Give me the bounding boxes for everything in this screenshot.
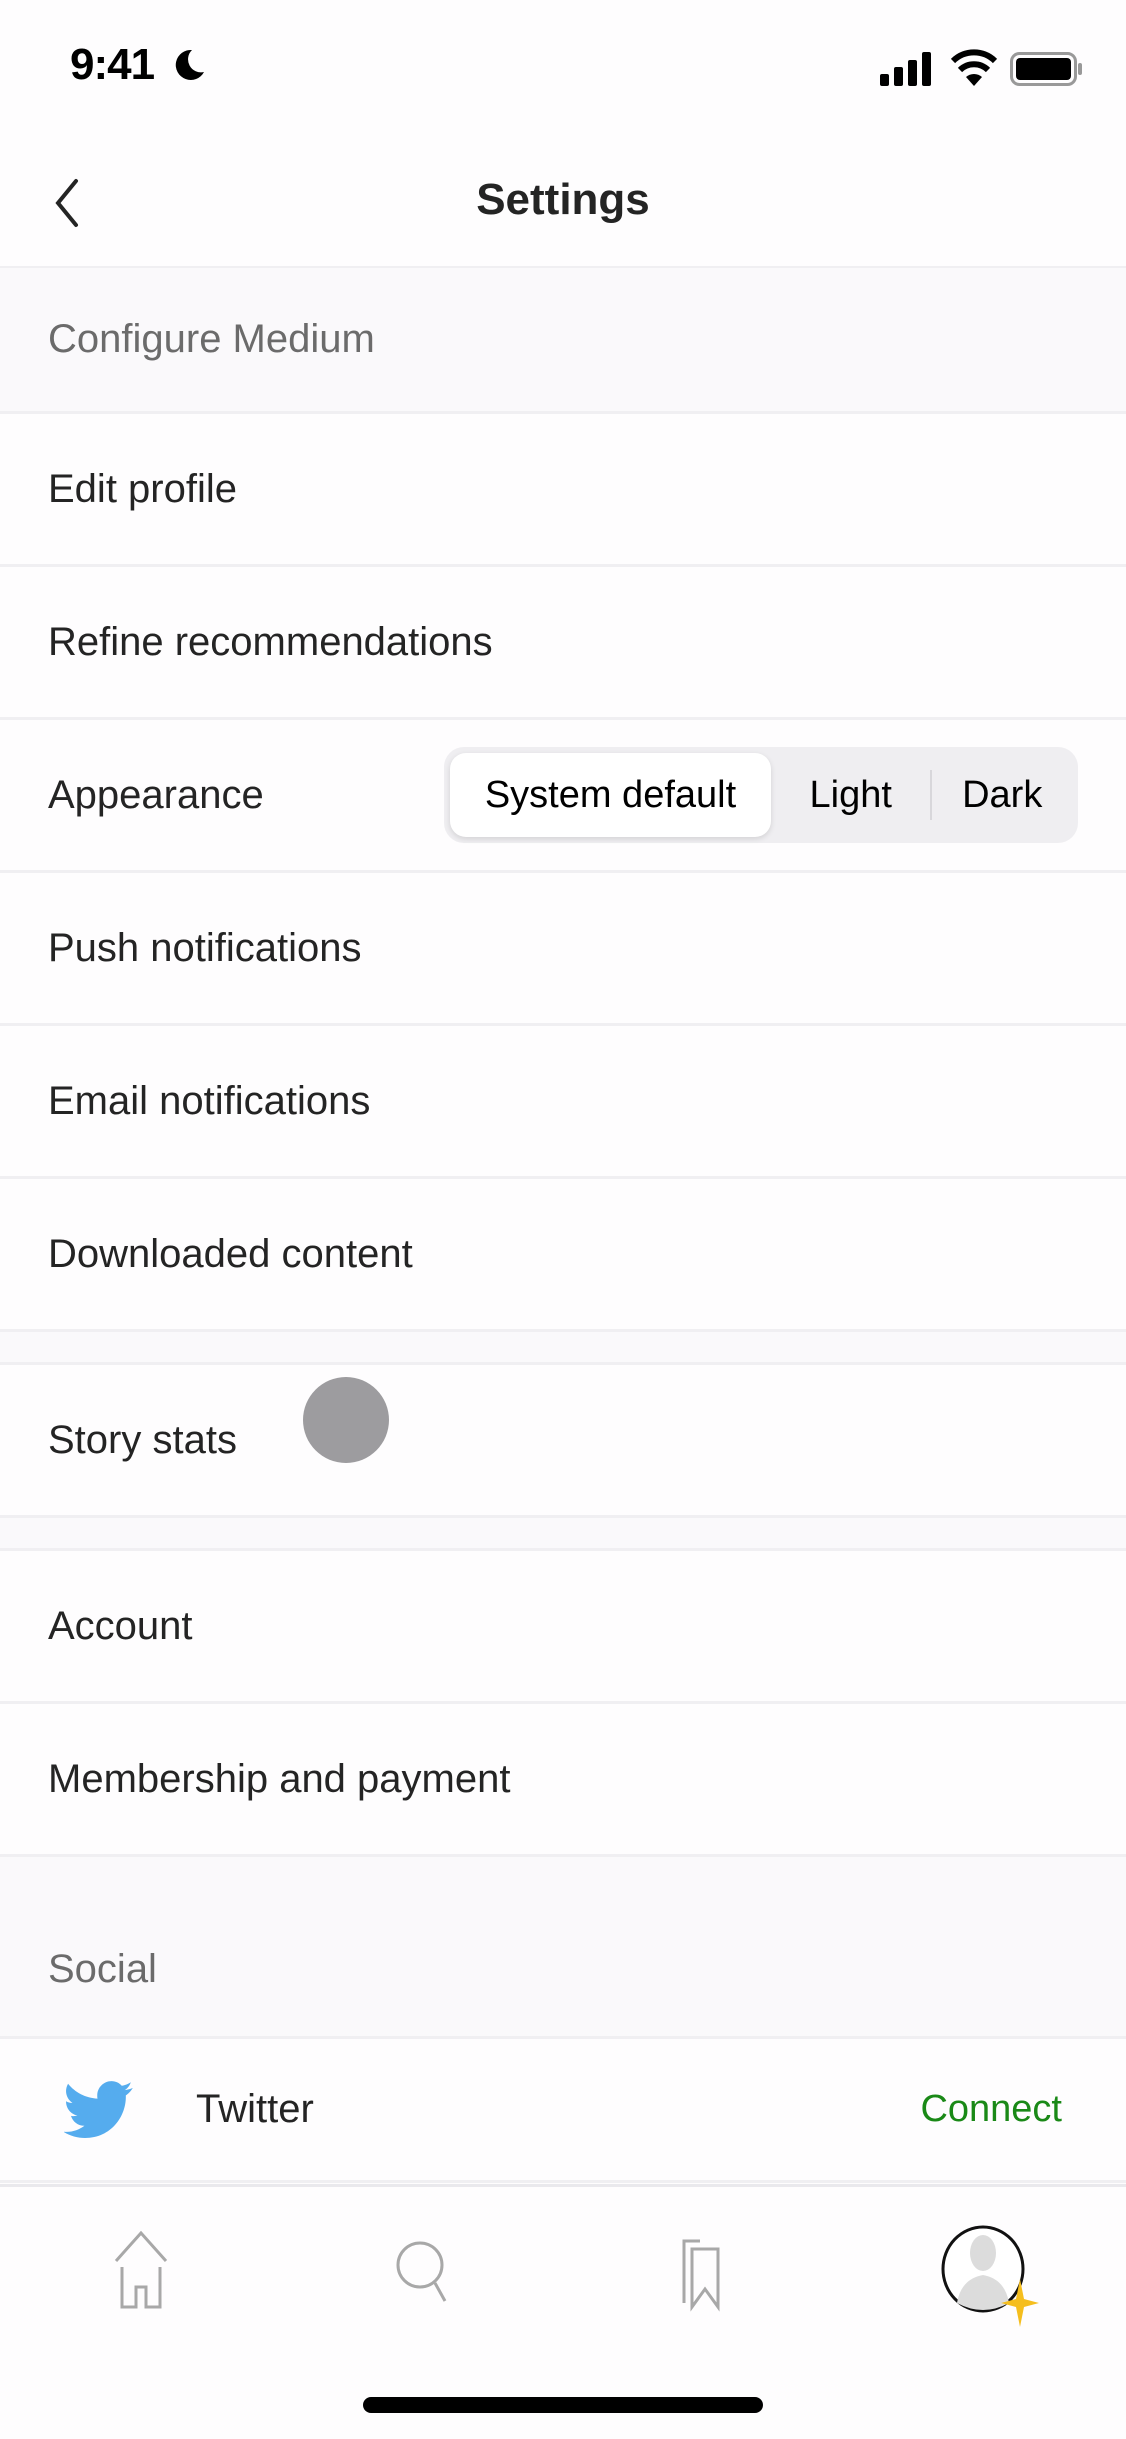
- status-bar: 9:41: [0, 0, 1126, 135]
- row-account[interactable]: Account: [0, 1551, 1126, 1704]
- row-label: Push notifications: [48, 925, 362, 970]
- row-push-notifications[interactable]: Push notifications: [0, 873, 1126, 1026]
- battery-icon: [1010, 52, 1082, 86]
- row-twitter: Twitter Connect: [0, 2039, 1126, 2183]
- navigation-bar: Settings: [0, 135, 1126, 269]
- row-edit-profile[interactable]: Edit profile: [0, 414, 1126, 567]
- row-label: Membership and payment: [48, 1756, 511, 1801]
- row-label: Account: [48, 1603, 193, 1648]
- row-email-notifications[interactable]: Email notifications: [0, 1026, 1126, 1179]
- appearance-option-dark[interactable]: Dark: [932, 753, 1072, 837]
- row-label: Appearance: [48, 772, 264, 817]
- section-header-configure: Configure Medium: [0, 268, 1126, 414]
- status-time: 9:41: [70, 40, 155, 89]
- appearance-option-light[interactable]: Light: [771, 753, 930, 837]
- search-icon[interactable]: [378, 2227, 468, 2327]
- twitter-connect-button[interactable]: Connect: [920, 2088, 1062, 2131]
- page-title: Settings: [476, 175, 650, 224]
- home-icon[interactable]: [96, 2227, 186, 2327]
- row-membership-and-payment[interactable]: Membership and payment: [0, 1704, 1126, 1857]
- moon-icon: [175, 49, 204, 80]
- section-spacer: [0, 1332, 1126, 1365]
- row-label: Story stats: [48, 1417, 237, 1462]
- settings-list: Configure Medium Edit profile Refine rec…: [0, 268, 1126, 2183]
- wifi-icon: [950, 49, 998, 86]
- twitter-bird-icon: [64, 2080, 133, 2138]
- row-label: Edit profile: [48, 466, 237, 511]
- home-indicator[interactable]: [363, 2397, 763, 2413]
- row-downloaded-content[interactable]: Downloaded content: [0, 1179, 1126, 1332]
- signal-icon: [880, 52, 931, 86]
- section-header-social: Social: [0, 1857, 1126, 2039]
- section-spacer: [0, 1518, 1126, 1551]
- row-appearance: Appearance System default Light Dark: [0, 720, 1126, 873]
- row-refine-recommendations[interactable]: Refine recommendations: [0, 567, 1126, 720]
- appearance-segmented-control: System default Light Dark: [444, 747, 1078, 843]
- row-label: Downloaded content: [48, 1231, 413, 1276]
- row-label: Twitter: [196, 2087, 314, 2131]
- touch-indicator: [303, 1377, 389, 1463]
- avatar-icon[interactable]: [935, 2221, 1045, 2331]
- row-story-stats[interactable]: Story stats: [0, 1365, 1126, 1518]
- bookmarks-icon[interactable]: [660, 2227, 750, 2327]
- row-label: Refine recommendations: [48, 619, 493, 664]
- appearance-option-system-default[interactable]: System default: [450, 753, 771, 837]
- row-label: Email notifications: [48, 1078, 371, 1123]
